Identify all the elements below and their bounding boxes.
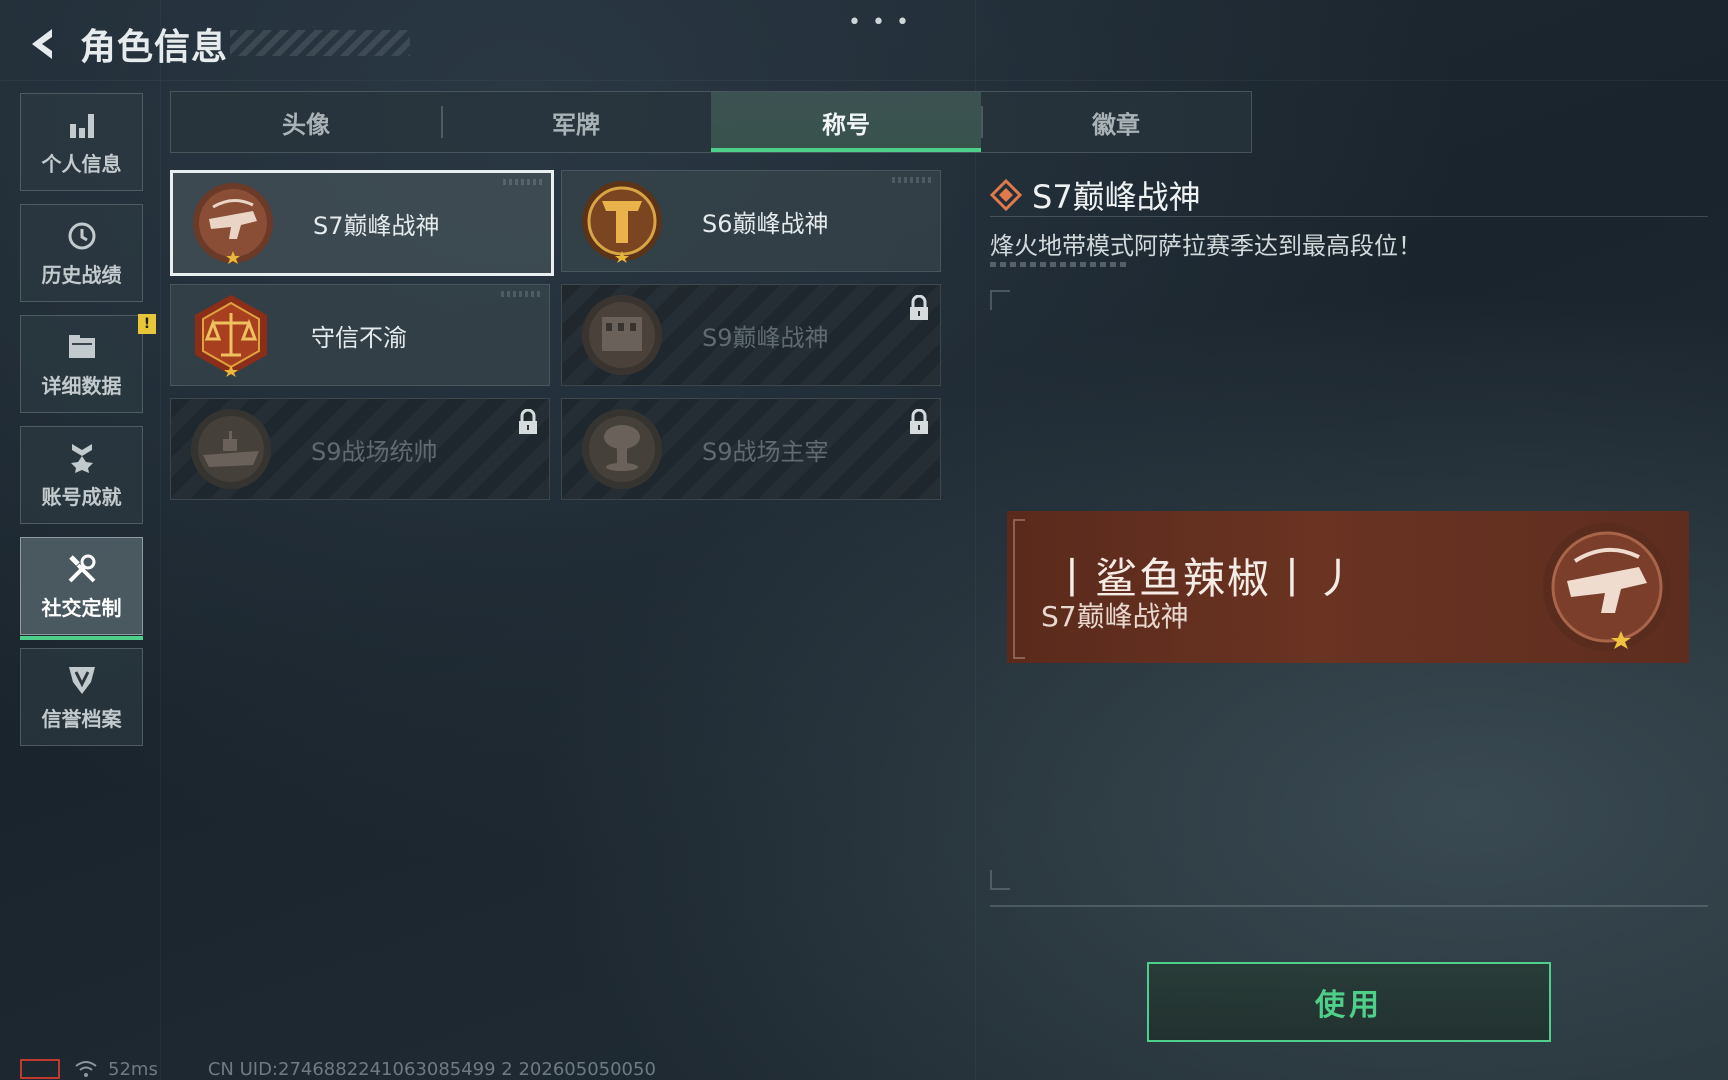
sidebar-item-label: 历史战绩 xyxy=(41,262,122,287)
divider xyxy=(990,905,1708,907)
tools-icon xyxy=(65,552,99,586)
wifi-icon xyxy=(75,1061,97,1077)
card-decoration xyxy=(892,177,932,183)
title-card[interactable]: S6巅峰战神 xyxy=(561,170,941,272)
title-name: S9战场统帅 xyxy=(311,437,438,466)
lock-icon xyxy=(910,295,928,320)
sidebar-item-label: 个人信息 xyxy=(41,151,122,176)
chevron-left-icon xyxy=(32,29,52,59)
status-bar: 52ms CN UID:2746882241063085499 2 202605… xyxy=(20,1058,656,1080)
sidebar-item-detailed-data[interactable]: ! 详细数据 xyxy=(20,314,156,413)
frame-corner xyxy=(990,290,1010,310)
sidebar-item-label: 账号成就 xyxy=(41,484,122,509)
diamond-icon xyxy=(990,179,1022,211)
title-name: S7巅峰战神 xyxy=(313,211,440,240)
sidebar-item-label: 社交定制 xyxy=(41,595,122,620)
title-name: 守信不渝 xyxy=(311,323,407,352)
tab-bar: 头像 军牌 称号 徽章 xyxy=(170,91,1252,153)
uid-text: CN UID:2746882241063085499 2 20260505005… xyxy=(207,1058,656,1080)
sidebar-item-achievements[interactable]: 账号成就 xyxy=(20,426,143,524)
mushroom-cloud-medal-icon xyxy=(582,409,662,489)
title-name: S6巅峰战神 xyxy=(702,209,829,238)
description-decoration xyxy=(990,262,1126,267)
divider xyxy=(990,216,1708,217)
title-card[interactable]: 守信不渝 xyxy=(170,284,550,386)
detail-description: 烽火地带模式阿萨拉赛季达到最高段位！ xyxy=(990,232,1422,260)
title-card[interactable]: S7巅峰战神 xyxy=(170,170,554,276)
title-name: S9巅峰战神 xyxy=(702,323,829,352)
title-card-locked[interactable]: S9巅峰战神 xyxy=(561,284,941,386)
bg-grid-line xyxy=(975,0,976,1080)
detail-title: S7巅峰战神 xyxy=(990,172,1201,218)
tab-title[interactable]: 称号 xyxy=(711,92,981,152)
frame-corner xyxy=(990,870,1010,890)
more-options-dots[interactable]: • • • xyxy=(848,10,911,35)
medal-icon xyxy=(65,441,99,475)
bronze-pistol-medal-icon xyxy=(193,183,273,264)
sidebar: 个人信息 历史战绩 ! 详细数据 账号成就 社交定制 信誉档案 xyxy=(20,93,156,759)
bg-grid-line xyxy=(160,0,161,1080)
player-title: S7巅峰战神 xyxy=(1041,600,1189,633)
gold-t-medal-icon xyxy=(582,181,662,263)
title-decoration xyxy=(230,30,410,56)
warning-badge: ! xyxy=(138,314,156,334)
sidebar-item-reputation[interactable]: 信誉档案 xyxy=(20,648,143,746)
card-decoration xyxy=(503,179,543,185)
sidebar-item-history[interactable]: 历史战绩 xyxy=(20,204,143,302)
tab-dog-tag[interactable]: 军牌 xyxy=(441,92,711,152)
title-name: S9战场主宰 xyxy=(702,437,829,466)
building-medal-icon xyxy=(582,295,662,375)
justice-scale-medal-icon xyxy=(195,295,267,377)
title-preview-banner: 丨鲨鱼辣椒丨丿 S7巅峰战神 xyxy=(1007,511,1689,663)
use-button[interactable]: 使用 xyxy=(1147,962,1551,1042)
bar-chart-icon xyxy=(65,108,99,142)
banner-bracket xyxy=(1013,519,1025,659)
ping-text: 52ms xyxy=(108,1058,158,1080)
header: 角色信息 xyxy=(20,20,228,68)
back-button[interactable] xyxy=(20,21,66,67)
history-clock-icon xyxy=(65,219,99,253)
lock-icon xyxy=(519,409,537,434)
lock-icon xyxy=(910,409,928,434)
sidebar-item-label: 信誉档案 xyxy=(41,706,122,731)
tab-badge[interactable]: 徽章 xyxy=(981,92,1251,152)
card-decoration xyxy=(501,291,541,297)
battery-icon xyxy=(20,1059,60,1079)
sidebar-item-label: 详细数据 xyxy=(41,373,122,398)
page-title: 角色信息 xyxy=(80,27,229,68)
title-card-locked[interactable]: S9战场统帅 xyxy=(170,398,550,500)
detail-title-text: S7巅峰战神 xyxy=(1032,178,1201,216)
folder-icon xyxy=(65,330,99,364)
title-card-locked[interactable]: S9战场主宰 xyxy=(561,398,941,500)
warship-medal-icon xyxy=(191,409,271,489)
shield-icon xyxy=(65,663,99,697)
bg-grid-line xyxy=(0,80,1728,81)
tab-avatar[interactable]: 头像 xyxy=(171,92,441,152)
sidebar-item-personal-info[interactable]: 个人信息 xyxy=(20,93,143,191)
sidebar-item-social-custom[interactable]: 社交定制 xyxy=(20,537,143,640)
bronze-pistol-medal-icon xyxy=(1543,523,1671,651)
